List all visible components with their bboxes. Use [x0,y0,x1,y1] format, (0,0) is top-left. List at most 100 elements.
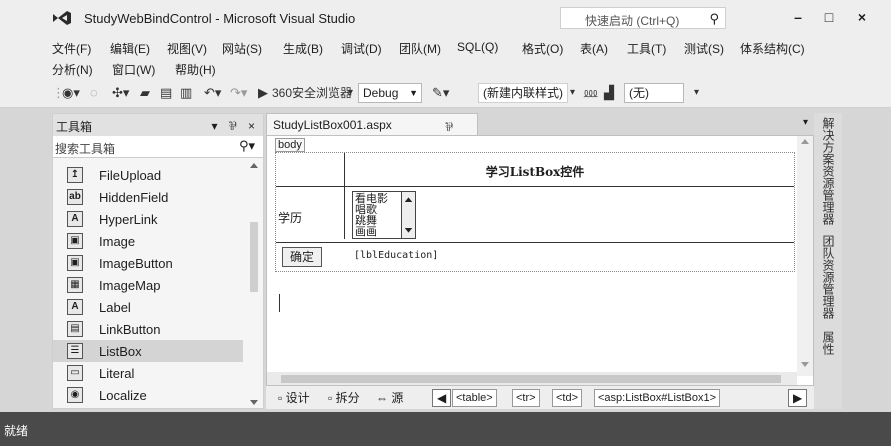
listbox-item[interactable]: 画画 [355,227,377,238]
localize-icon: ◉ [67,387,83,403]
menu-sql[interactable]: SQL(Q) [457,40,498,54]
menu-file[interactable]: 文件(F) [52,40,91,57]
tag-nav-left-button[interactable]: ◀ [432,389,452,407]
tag-nav-right-button[interactable]: ▶ [788,389,808,407]
document-vertical-scrollbar[interactable] [797,136,813,376]
tab-team-explorer[interactable]: 团队资源管理器 [820,235,837,319]
menu-format[interactable]: 格式(O) [522,40,563,57]
toolbox-item-listbox[interactable]: ☰ ListBox [53,340,243,362]
close-button[interactable]: × [852,8,872,26]
breadcrumb-table[interactable]: <table> [452,389,497,407]
solution-config-dropdown[interactable]: Debug ▼ [358,83,422,103]
toolbox-item-label: ImageMap [99,278,161,293]
split-view-button[interactable]: ▫ 拆分 [324,389,364,407]
document-tab-title: StudyListBox001.aspx [273,118,392,132]
search-icon[interactable]: ⚲▾ [239,138,255,154]
menu-architecture[interactable]: 体系结构(C) [740,40,805,57]
menu-edit[interactable]: 编辑(E) [110,40,150,57]
toolbox-item-hyperlink[interactable]: A HyperLink [53,208,243,230]
chevron-down-icon[interactable]: ▾ [803,117,808,128]
menu-team[interactable]: 团队(M) [399,40,441,57]
new-style-icon[interactable]: ⅏ [584,85,597,101]
table-row: 确定 [lblEducation] [276,243,794,271]
menu-build[interactable]: 生成(B) [283,40,323,57]
toolbox-panel: 工具箱 ▾ ⅌ × 搜索工具箱 ⚲▾ ↥ FileUpload ab HiddenFi… [52,113,264,409]
breadcrumb-tr[interactable]: <tr> [512,389,540,407]
menu-window[interactable]: 窗口(W) [112,61,155,78]
browser-selector[interactable]: 360安全浏览器 [272,85,352,101]
open-file-icon[interactable]: ▰ [140,85,150,101]
source-view-button[interactable]: ⇔ 源 [372,389,407,407]
education-result-label: [lblEducation] [354,250,439,261]
search-icon[interactable]: ⚲ [709,11,719,27]
forward-icon[interactable]: ◌ [90,85,98,101]
side-tool-window-strip: 解决方案资源管理器 团队资源管理器 属性 [814,113,842,409]
toolbox-item-fileupload[interactable]: ↥ FileUpload [53,164,243,186]
maximize-button[interactable]: □ [819,8,839,26]
standard-toolbar: ⋮ ◉▾ ◌ ✣▾ ▰ ▤ ▥ ↶▾ ↷▾ ▶ 360安全浏览器 ▾ Debug… [0,78,891,108]
menu-website[interactable]: 网站(S) [222,40,262,57]
tab-solution-explorer[interactable]: 解决方案资源管理器 [820,117,837,225]
breadcrumb-td[interactable]: <td> [552,389,583,407]
confirm-button[interactable]: 确定 [282,247,322,267]
education-listbox[interactable]: 看电影 唱歌 跳舞 画画 [352,191,416,239]
chevron-down-icon[interactable]: ▾ [348,85,353,101]
target-rule-dropdown[interactable]: (新建内联样式) [478,83,568,103]
style-application-icon[interactable]: ✎▾ [432,85,449,101]
menu-debug[interactable]: 调试(D) [341,40,382,57]
solution-config-value: Debug [363,86,399,100]
toolbox-item-linkbutton[interactable]: ▤ LinkButton [53,318,243,340]
minimize-button[interactable]: – [788,8,808,26]
toolbox-item-image[interactable]: ▣ Image [53,230,243,252]
toolbox-item-hiddenfield[interactable]: ab HiddenField [53,186,243,208]
save-icon[interactable]: ▤ [160,85,172,101]
quick-launch-box[interactable]: 快速启动 (Ctrl+Q) ⚲ [560,7,726,29]
document-tab[interactable]: StudyListBox001.aspx ⅌ × [266,113,478,149]
back-icon[interactable]: ◉▾ [62,85,80,101]
breadcrumb-listbox[interactable]: <asp:ListBox#ListBox1> [594,389,721,407]
undo-icon[interactable]: ↶▾ [204,85,221,101]
toolbox-item-label: Label [99,300,131,315]
css-class-dropdown[interactable]: (无) [624,83,684,103]
scrollbar-thumb[interactable] [281,375,781,383]
save-all-icon[interactable]: ▥ [180,85,192,101]
start-debug-icon[interactable]: ▶ [258,85,268,101]
toolbox-item-label: ImageButton [99,256,173,271]
menu-view[interactable]: 视图(V) [167,40,207,57]
toolbox-item-imagemap[interactable]: ▦ ImageMap [53,274,243,296]
toolbox-item-label: Image [99,234,136,249]
toolbox-scrollbar[interactable] [247,162,261,406]
toolbox-item-imagebutton[interactable]: ▣ ImageButton [53,252,243,274]
toolbox-item-label: Literal [99,366,135,381]
toolbox-header: 工具箱 ▾ ⅌ × [53,114,263,136]
toolbox-window-controls[interactable]: ▾ ⅌ × [211,117,259,134]
toolbox-search-input[interactable]: 搜索工具箱 ⚲▾ [53,136,263,158]
chevron-down-icon[interactable]: ▾ [694,85,699,101]
new-project-icon[interactable]: ✣▾ [112,85,129,101]
menu-test[interactable]: 测试(S) [684,40,724,57]
document-horizontal-scrollbar[interactable] [267,372,797,386]
design-view-icon: ▫ [278,391,286,405]
toolbox-item-localize[interactable]: ◉ Localize [53,384,243,406]
menu-help[interactable]: 帮助(H) [175,61,216,78]
column-divider [344,153,345,239]
toolbox-item-literal[interactable]: ▭ Literal [53,362,243,384]
toolbox-item-label[interactable]: A Label [53,296,243,318]
design-surface[interactable]: body 学习ListBox控件 学历 看电影 唱歌 跳舞 画画 确定 [lbl… [266,135,814,409]
attach-style-icon[interactable]: ▟ [604,85,614,101]
source-view-icon: ⇔ [376,391,392,405]
tab-properties[interactable]: 属性 [820,331,837,355]
literal-icon: ▭ [67,365,83,381]
menu-tools[interactable]: 工具(T) [627,40,666,57]
chevron-down-icon[interactable]: ▾ [570,85,575,101]
menu-analyze[interactable]: 分析(N) [52,61,93,78]
toolbox-item-label: FileUpload [99,168,162,183]
listbox-scrollbar[interactable] [401,192,415,238]
menu-table[interactable]: 表(A) [580,40,608,57]
body-tag-label[interactable]: body [275,138,305,152]
layout-table[interactable]: 学习ListBox控件 学历 看电影 唱歌 跳舞 画画 确定 [lblEduca… [275,152,795,272]
redo-icon[interactable]: ↷▾ [230,85,247,101]
table-row: 学习ListBox控件 [276,153,794,187]
design-view-button[interactable]: ▫ 设计 [274,389,314,407]
hiddenfield-icon: ab [67,189,83,205]
